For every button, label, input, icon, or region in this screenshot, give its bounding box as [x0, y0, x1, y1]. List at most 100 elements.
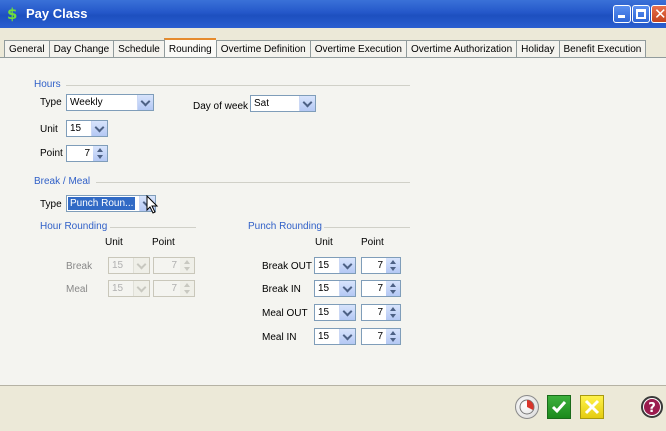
chevron-down-icon — [133, 258, 149, 273]
hour-rounding-meal-label: Meal — [66, 284, 88, 295]
help-button[interactable]: ? — [640, 395, 664, 419]
chevron-down-icon — [91, 121, 107, 136]
maximize-button[interactable] — [632, 5, 650, 23]
day-of-week-dropdown[interactable]: Sat — [250, 95, 316, 112]
close-button[interactable]: ✕ — [651, 5, 666, 23]
punch-break-in-label: Break IN — [262, 284, 301, 295]
hour-rounding-meal-point-spinner[interactable]: 7 — [153, 280, 195, 297]
chevron-down-icon — [133, 281, 149, 296]
punch-break-out-unit-dropdown[interactable]: 15 — [314, 257, 356, 274]
punch-break-out-point-value: 7 — [377, 260, 383, 271]
chevron-down-icon — [339, 281, 355, 296]
refresh-button[interactable] — [515, 395, 539, 419]
tab-day-change[interactable]: Day Change — [48, 40, 114, 58]
hour-rounding-point-header: Point — [152, 237, 175, 248]
dollar-icon: $ — [7, 5, 18, 23]
tab-holiday[interactable]: Holiday — [516, 40, 559, 58]
hours-section-title: Hours — [34, 79, 61, 90]
day-of-week-label: Day of week — [193, 101, 249, 112]
hours-section-divider — [66, 85, 410, 86]
hours-point-spinner[interactable]: 7 — [66, 145, 108, 162]
punch-meal-out-label: Meal OUT — [262, 308, 308, 319]
hour-rounding-section-title: Hour Rounding — [40, 221, 108, 232]
punch-break-out-point-spinner[interactable]: 7 — [361, 257, 401, 274]
hour-rounding-break-point-spinner[interactable]: 7 — [153, 257, 195, 274]
hours-point-value: 7 — [84, 148, 90, 159]
hour-rounding-unit-header: Unit — [105, 237, 123, 248]
punch-break-out-label: Break OUT — [262, 261, 313, 272]
tab-overtime-authorization[interactable]: Overtime Authorization — [405, 40, 517, 58]
spinner-arrows-icon[interactable] — [386, 329, 400, 344]
tab-bar: General Day Change Schedule Rounding Ove… — [0, 28, 666, 59]
tab-benefit-execution[interactable]: Benefit Execution — [558, 40, 647, 58]
break-meal-section-title: Break / Meal — [34, 176, 91, 187]
minimize-button[interactable] — [613, 5, 631, 23]
hours-point-label: Point — [40, 148, 63, 159]
break-meal-section-divider — [96, 182, 410, 183]
spinner-arrows-icon[interactable] — [180, 281, 194, 296]
punch-meal-in-point-value: 7 — [377, 331, 383, 342]
cancel-button[interactable] — [580, 395, 604, 419]
break-meal-type-value: Punch Roun... — [68, 197, 136, 210]
title-bar: $ Pay Class ✕ — [0, 0, 666, 28]
spinner-arrows-icon[interactable] — [93, 146, 107, 161]
hours-unit-label: Unit — [40, 124, 58, 135]
tab-rounding[interactable]: Rounding — [163, 38, 216, 59]
hours-unit-dropdown[interactable]: 15 — [66, 120, 108, 137]
punch-break-in-point-value: 7 — [377, 283, 383, 294]
hour-rounding-meal-unit-dropdown[interactable]: 15 — [108, 280, 150, 297]
hours-type-value: Weekly — [70, 97, 103, 108]
punch-break-out-unit-value: 15 — [318, 260, 330, 271]
hours-unit-value: 15 — [70, 123, 82, 134]
punch-meal-out-unit-dropdown[interactable]: 15 — [314, 304, 356, 321]
tab-overtime-execution[interactable]: Overtime Execution — [309, 40, 406, 58]
cancel-x-icon — [584, 399, 600, 415]
punch-meal-in-unit-value: 15 — [318, 331, 330, 342]
help-icon: ? — [641, 396, 663, 418]
mouse-cursor-icon — [146, 195, 159, 214]
punch-rounding-point-header: Point — [361, 237, 384, 248]
chevron-down-icon — [339, 305, 355, 320]
punch-break-in-unit-value: 15 — [318, 283, 330, 294]
punch-rounding-section-title: Punch Rounding — [248, 221, 322, 232]
tab-overtime-definition[interactable]: Overtime Definition — [215, 40, 310, 58]
spinner-arrows-icon[interactable] — [180, 258, 194, 273]
punch-rounding-unit-header: Unit — [315, 237, 333, 248]
hours-type-dropdown[interactable]: Weekly — [66, 94, 154, 111]
break-meal-type-label: Type — [40, 199, 62, 210]
break-meal-type-dropdown[interactable]: Punch Roun... — [66, 195, 156, 212]
punch-meal-out-point-value: 7 — [377, 307, 383, 318]
hour-rounding-break-label: Break — [66, 261, 93, 272]
hour-rounding-break-unit-value: 15 — [112, 260, 124, 271]
chevron-down-icon — [339, 258, 355, 273]
ok-button[interactable] — [547, 395, 571, 419]
chevron-down-icon — [339, 329, 355, 344]
hour-rounding-break-unit-dropdown[interactable]: 15 — [108, 257, 150, 274]
punch-meal-out-point-spinner[interactable]: 7 — [361, 304, 401, 321]
chevron-down-icon — [137, 95, 153, 110]
punch-meal-in-label: Meal IN — [262, 332, 297, 343]
spinner-arrows-icon[interactable] — [386, 258, 400, 273]
spinner-arrows-icon[interactable] — [386, 305, 400, 320]
punch-rounding-divider — [324, 227, 410, 228]
spinner-arrows-icon[interactable] — [386, 281, 400, 296]
chevron-down-icon — [299, 96, 315, 111]
punch-meal-in-unit-dropdown[interactable]: 15 — [314, 328, 356, 345]
close-icon: ✕ — [654, 5, 666, 23]
hour-rounding-divider — [110, 227, 196, 228]
svg-text:?: ? — [648, 401, 656, 416]
punch-break-in-unit-dropdown[interactable]: 15 — [314, 280, 356, 297]
refresh-icon — [519, 399, 535, 415]
pay-class-window: $ Pay Class ✕ General Day Change Schedul… — [0, 0, 666, 431]
checkmark-icon — [551, 401, 567, 414]
hours-type-label: Type — [40, 97, 62, 108]
hour-rounding-meal-point-value: 7 — [171, 283, 177, 294]
tab-schedule[interactable]: Schedule — [113, 40, 164, 58]
minimize-icon — [618, 15, 625, 18]
tab-general[interactable]: General — [4, 40, 49, 58]
day-of-week-value: Sat — [254, 98, 270, 109]
punch-meal-out-unit-value: 15 — [318, 307, 330, 318]
punch-break-in-point-spinner[interactable]: 7 — [361, 280, 401, 297]
hour-rounding-break-point-value: 7 — [171, 260, 177, 271]
punch-meal-in-point-spinner[interactable]: 7 — [361, 328, 401, 345]
